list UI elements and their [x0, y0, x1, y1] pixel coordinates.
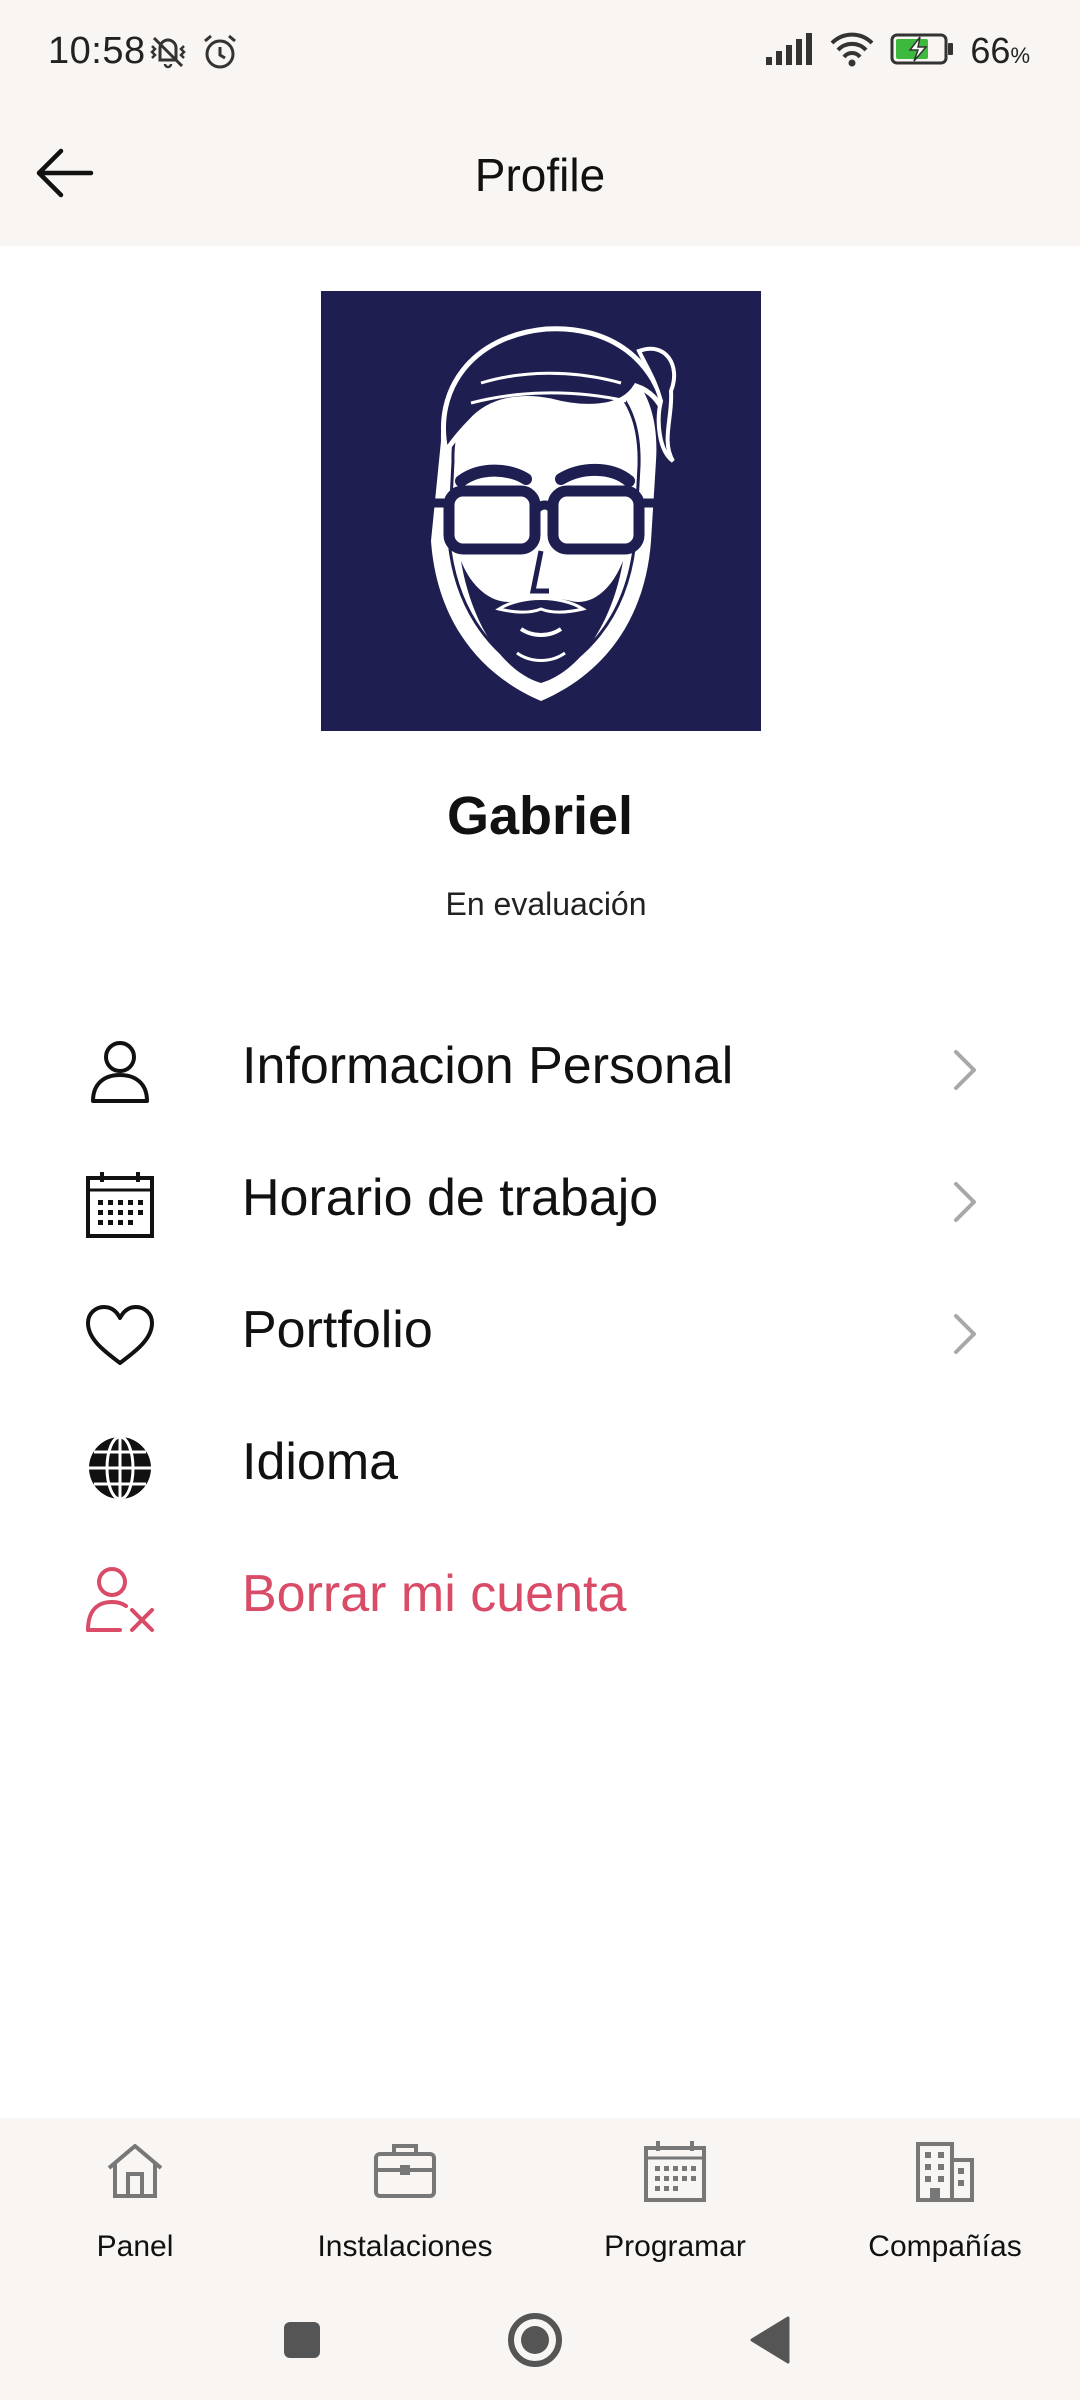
circle-icon: [508, 2313, 562, 2367]
menu-item-portfolio[interactable]: Portfolio: [0, 1264, 1080, 1396]
chevron-right-icon: [954, 1314, 976, 1354]
avatar: [321, 291, 761, 731]
menu-item-label: Borrar mi cuenta: [242, 1565, 627, 1623]
bottom-nav: Panel Instalaciones Programar Compañías: [0, 2118, 1080, 2278]
profile-menu: Informacion Personal Horario de trabajo: [0, 1000, 1080, 1660]
status-icons-right: 66%: [764, 30, 1030, 72]
nav-label: Panel: [96, 2230, 174, 2263]
battery-percent: 66%: [970, 30, 1030, 71]
app-bar: Profile: [0, 110, 1080, 246]
menu-item-label: Idioma: [242, 1433, 399, 1491]
nav-label: Compañías: [868, 2230, 1022, 2263]
recents-button[interactable]: [272, 2310, 332, 2370]
page-title: Profile: [474, 149, 606, 201]
calendar-icon: [644, 2141, 706, 2202]
home-icon: [107, 2144, 163, 2198]
system-nav: [0, 2278, 1080, 2400]
nav-label: Instalaciones: [317, 2230, 493, 2263]
alarm-icon: [200, 32, 240, 77]
status-time: 10:58: [48, 30, 146, 72]
person-icon: [80, 1032, 160, 1112]
briefcase-icon: [374, 2144, 436, 2198]
menu-item-label: Portfolio: [242, 1301, 433, 1359]
nav-label: Programar: [604, 2230, 746, 2263]
triangle-back-icon: [750, 2316, 790, 2364]
nav-item-instalaciones[interactable]: Instalaciones: [270, 2138, 540, 2268]
chevron-right-icon: [954, 1182, 976, 1222]
building-icon: [916, 2142, 974, 2202]
status-icons-left: [148, 32, 240, 77]
menu-item-label: Horario de trabajo: [242, 1169, 659, 1227]
nav-item-panel[interactable]: Panel: [0, 2138, 270, 2268]
menu-item-informacion-personal[interactable]: Informacion Personal: [0, 1000, 1080, 1132]
nav-item-companias[interactable]: Compañías: [810, 2138, 1080, 2268]
status-bar: 10:58 66%: [0, 0, 1080, 110]
wifi-icon: [828, 31, 876, 72]
nav-item-programar[interactable]: Programar: [540, 2138, 810, 2268]
system-back-button[interactable]: [740, 2310, 800, 2370]
chevron-right-icon: [954, 1050, 976, 1090]
profile-name: Gabriel: [446, 786, 634, 846]
heart-icon: [80, 1296, 160, 1376]
menu-item-label: Informacion Personal: [242, 1037, 734, 1095]
calendar-icon: [80, 1164, 160, 1244]
square-icon: [284, 2322, 320, 2358]
menu-item-horario-de-trabajo[interactable]: Horario de trabajo: [0, 1132, 1080, 1264]
battery-charging-icon: [890, 31, 956, 72]
signal-icon: [764, 31, 814, 72]
menu-item-borrar-mi-cuenta[interactable]: Borrar mi cuenta: [0, 1528, 1080, 1660]
home-button[interactable]: [505, 2310, 565, 2370]
globe-icon: [80, 1428, 160, 1508]
profile-status: En evaluación: [445, 886, 647, 922]
menu-item-idioma[interactable]: Idioma: [0, 1396, 1080, 1528]
vibrate-off-icon: [148, 32, 188, 77]
remove-user-icon: [80, 1560, 160, 1640]
